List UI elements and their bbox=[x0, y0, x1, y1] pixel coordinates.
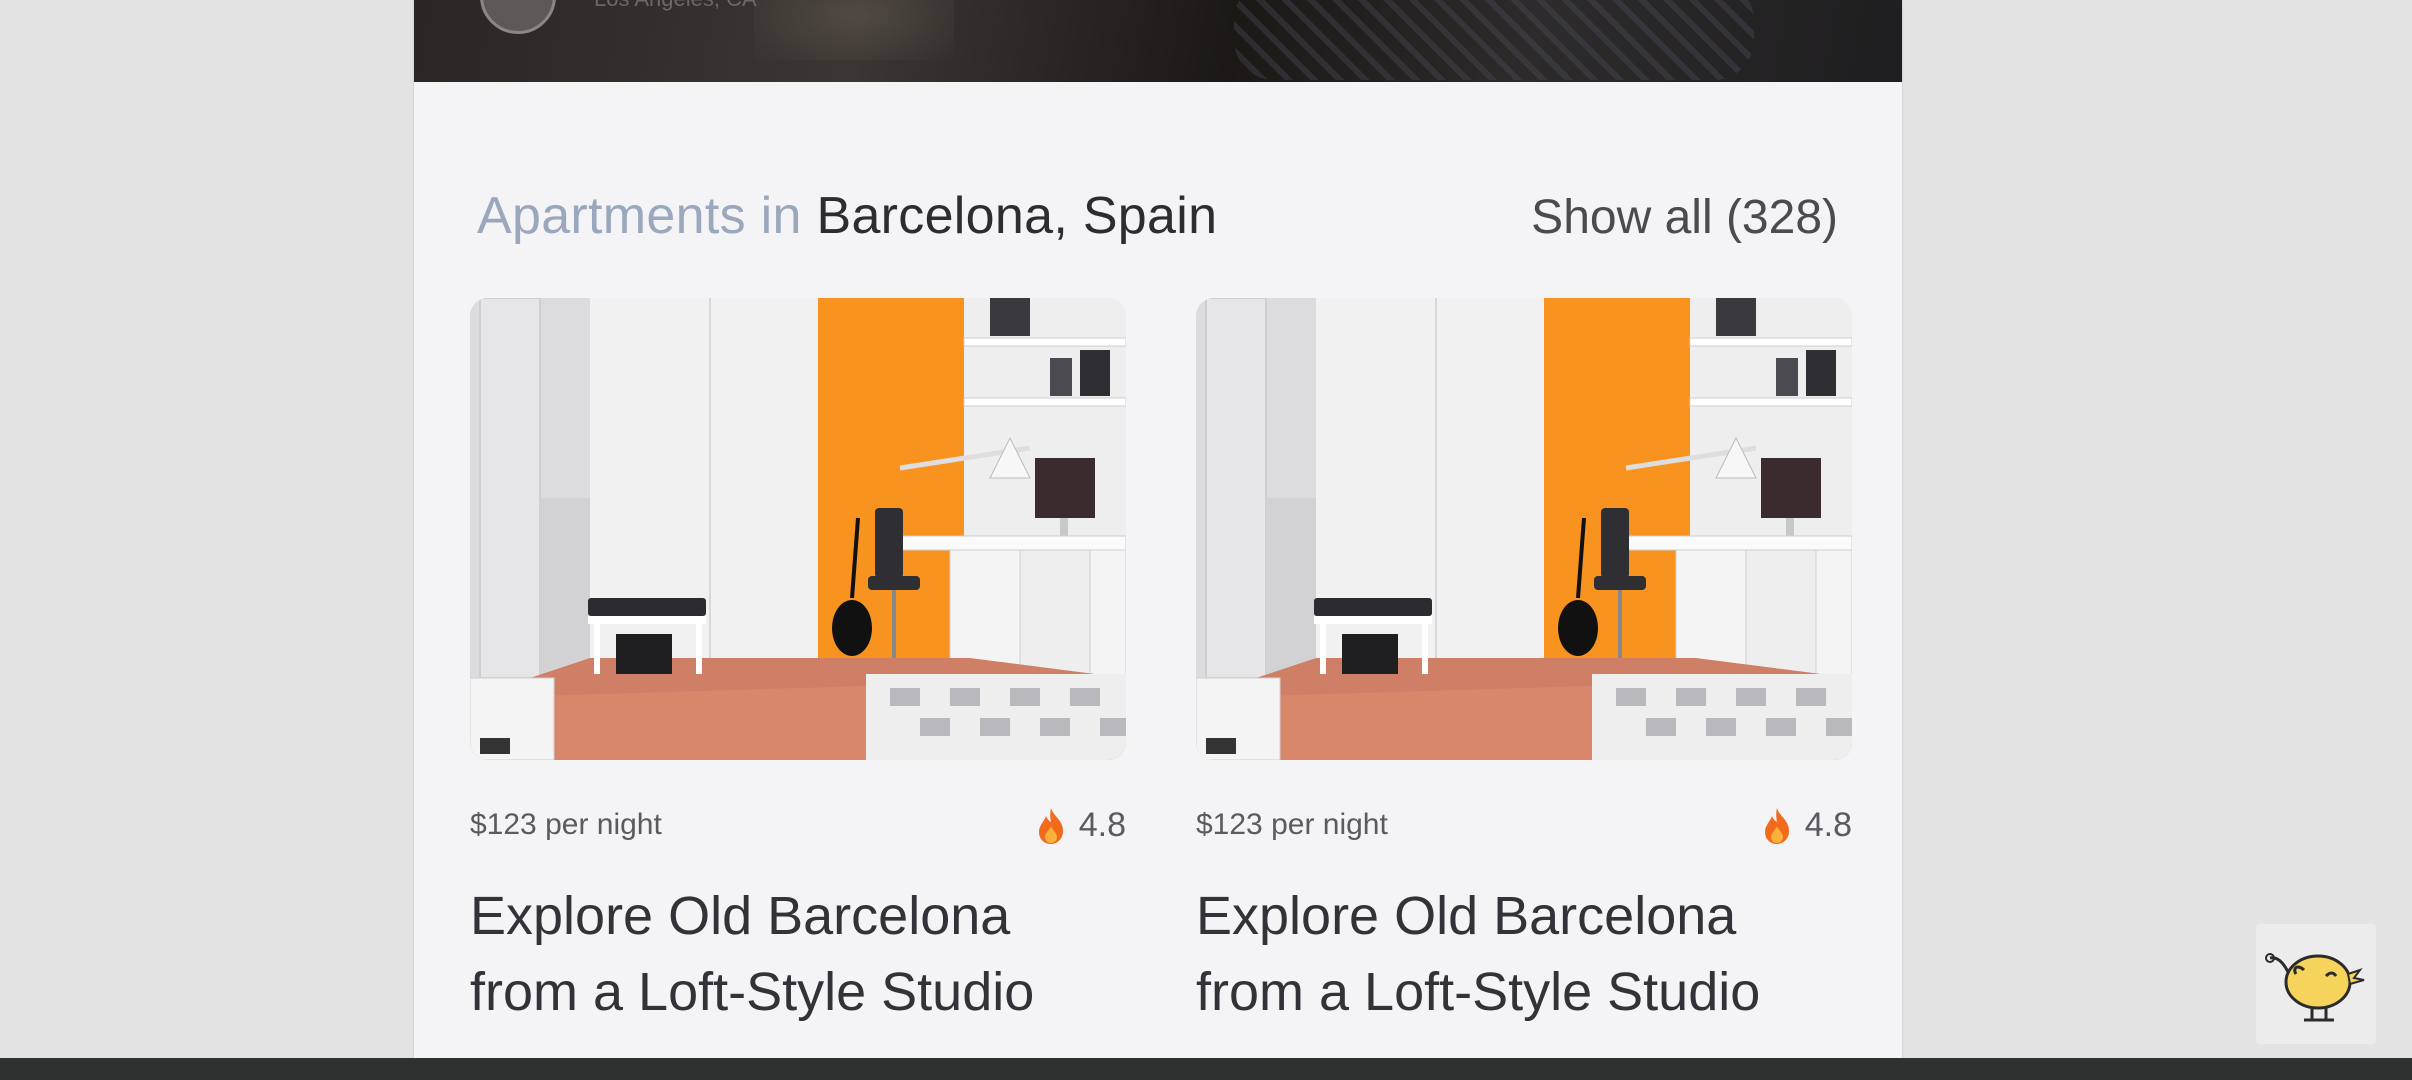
app-screen: Los Angeles, CA Apartments in Barcelona,… bbox=[414, 0, 1902, 1058]
host-avatar[interactable] bbox=[480, 0, 556, 34]
section-title-prefix: Apartments in bbox=[477, 187, 802, 245]
listing-title[interactable]: Explore Old Barcelona from a Loft-Style … bbox=[470, 878, 1126, 1030]
listing-title[interactable]: Explore Old Barcelona from a Loft-Style … bbox=[1196, 878, 1852, 1030]
hero-image[interactable]: Los Angeles, CA bbox=[414, 0, 1902, 82]
hero-location: Los Angeles, CA bbox=[594, 0, 757, 12]
section-title-city: Barcelona, Spain bbox=[816, 187, 1218, 245]
hero-decor bbox=[754, 0, 954, 60]
listing-meta: $123 per night 4.8 bbox=[470, 798, 1126, 858]
hero-decor bbox=[1234, 0, 1754, 80]
fire-icon bbox=[1764, 807, 1789, 844]
bird-badge[interactable] bbox=[2256, 924, 2376, 1044]
fire-icon bbox=[1038, 807, 1063, 844]
listing-rating: 4.8 bbox=[1761, 806, 1852, 845]
listing-photo[interactable] bbox=[470, 298, 1126, 760]
listing-card[interactable]: $123 per night 4.8 Explore Old Barcelona… bbox=[470, 298, 1126, 1030]
listing-photo[interactable] bbox=[1196, 298, 1852, 760]
listing-rating: 4.8 bbox=[1035, 806, 1126, 845]
room-image bbox=[470, 298, 1126, 760]
listing-card[interactable]: $123 per night 4.8 Explore Old Barcelona… bbox=[1196, 298, 1852, 1030]
listing-price: $123 per night bbox=[1196, 808, 1388, 841]
show-all-link[interactable]: Show all (328) bbox=[1531, 190, 1838, 245]
listing-meta: $123 per night 4.8 bbox=[1196, 798, 1852, 858]
rating-value: 4.8 bbox=[1078, 806, 1126, 844]
bird-icon bbox=[2265, 953, 2365, 1022]
section-title: Apartments in Barcelona, Spain bbox=[477, 186, 1217, 246]
rating-value: 4.8 bbox=[1804, 806, 1852, 844]
listing-price: $123 per night bbox=[470, 808, 662, 841]
bottom-bar bbox=[0, 1058, 2412, 1080]
room-image bbox=[1196, 298, 1852, 760]
